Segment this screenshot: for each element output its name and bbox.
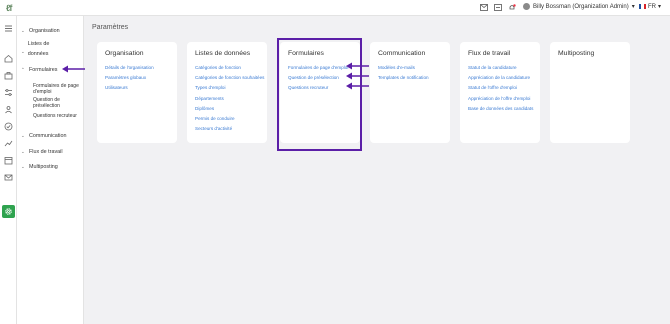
filter-icon[interactable] (4, 88, 13, 97)
sidebar-item-organisation[interactable]: ⌄ Organisation (21, 28, 60, 34)
settings-icon (5, 208, 12, 215)
link-categories-fonction-souhaitees[interactable]: Catégories de fonction souhaitées (195, 75, 264, 80)
chart-icon[interactable] (4, 139, 13, 148)
sidebar-item-multiposting[interactable]: ⌄ Multiposting (21, 164, 58, 170)
briefcase-icon[interactable] (4, 71, 13, 80)
link-secteurs-activite[interactable]: Secteurs d'activité (195, 126, 232, 131)
sidebar-item-communication[interactable]: ⌄ Communication (21, 133, 66, 139)
chevron-down-icon: ⌄ (21, 49, 25, 54)
top-bar: ℓf Billy Bossman (Organization Admin) ▾ … (0, 0, 670, 16)
export-icon[interactable] (494, 4, 502, 11)
card-communication: Communication Modèles d'e-mails Template… (370, 42, 450, 143)
people-icon[interactable] (4, 105, 13, 114)
annotation-arrow (346, 82, 369, 90)
link-base-donnees-candidats[interactable]: Base de données des candidats (468, 106, 533, 111)
link-types-emploi[interactable]: Types d'emploi (195, 85, 226, 90)
sidebar-item-formulaires[interactable]: ⌃ Formulaires (21, 67, 57, 73)
sidebar-item-label: Listes de données (27, 41, 50, 57)
annotation-arrow (346, 72, 369, 80)
chevron-down-icon: ⌄ (21, 133, 25, 138)
sidebar-item-label: Flux de travail (29, 149, 63, 155)
sidebar-subitem-questions-recruteur[interactable]: Questions recruteur (33, 113, 79, 119)
sidebar-item-label: Formulaires (29, 67, 58, 73)
icon-rail (0, 16, 17, 324)
chevron-down-icon: ⌄ (21, 28, 25, 33)
link-diplomes[interactable]: Diplômes (195, 106, 214, 111)
chevron-down-icon: ▾ (658, 4, 662, 10)
check-icon[interactable] (4, 122, 13, 131)
link-permis-de-conduire[interactable]: Permis de conduire (195, 116, 235, 121)
chevron-down-icon: ▾ (631, 4, 635, 10)
avatar (523, 3, 530, 10)
calendar-icon[interactable] (4, 156, 13, 165)
menu-icon[interactable] (4, 24, 13, 33)
sidebar-subitem-question-preselection[interactable]: Question de présélection (33, 97, 77, 109)
settings-button[interactable] (2, 205, 15, 218)
link-appreciation-offre-emploi[interactable]: Appréciation de l'offre d'emploi (468, 96, 530, 101)
card-multiposting: Multiposting (550, 42, 630, 143)
card-title: Multiposting (558, 50, 595, 57)
link-modeles-emails[interactable]: Modèles d'e-mails (378, 65, 415, 70)
link-details-organisation[interactable]: Détails de l'organisation (105, 65, 154, 70)
annotation-arrow (346, 62, 369, 70)
card-title: Flux de travail (468, 50, 511, 57)
annotation-highlight-box (277, 38, 362, 151)
link-statut-candidature[interactable]: Statut de la candidature (468, 65, 517, 70)
link-parametres-globaux[interactable]: Paramètres globaux (105, 75, 146, 80)
sidebar-subitem-formulaires-page-emploi[interactable]: Formulaires de page d'emploi (33, 83, 79, 95)
language-code: FR (648, 3, 656, 10)
sidebar-item-flux-de-travail[interactable]: ⌄ Flux de travail (21, 149, 63, 155)
card-title: Listes de données (195, 50, 251, 57)
language-selector[interactable]: FR ▾ (639, 3, 661, 10)
card-flux-de-travail: Flux de travail Statut de la candidature… (460, 42, 540, 143)
user-menu[interactable]: Billy Bossman (Organization Admin) ▾ (523, 3, 635, 10)
card-title: Communication (378, 50, 426, 57)
card-organisation: Organisation Détails de l'organisation P… (97, 42, 177, 143)
chevron-down-icon: ⌄ (21, 164, 25, 169)
link-departements[interactable]: Départements (195, 96, 224, 101)
sidebar-item-label: Organisation (29, 28, 60, 34)
user-name: Billy Bossman (Organization Admin) (533, 3, 629, 10)
chevron-down-icon: ⌄ (21, 149, 25, 154)
sidebar-item-label: Communication (29, 133, 67, 139)
card-listes-de-donnees: Listes de données Catégories de fonction… (187, 42, 267, 143)
mail-icon[interactable] (4, 173, 13, 182)
page-title: Paramètres (92, 24, 129, 31)
link-utilisateurs[interactable]: Utilisateurs (105, 85, 128, 90)
chevron-up-icon: ⌃ (21, 67, 25, 72)
bell-icon[interactable] (508, 4, 516, 11)
home-icon[interactable] (4, 54, 13, 63)
link-categories-fonction[interactable]: Catégories de fonction (195, 65, 241, 70)
card-title: Organisation (105, 50, 144, 57)
flag-icon (639, 4, 646, 9)
sidebar-item-listes-de-donnees[interactable]: ⌄ Listes de données (21, 39, 51, 59)
link-statut-offre-emploi[interactable]: Statut de l'offre d'emploi (468, 85, 517, 90)
sidebar-item-label: Multiposting (29, 164, 58, 170)
settings-sidebar: ⌄ Organisation ⌄ Listes de données ⌃ For… (17, 16, 84, 324)
annotation-arrow (62, 65, 85, 73)
link-templates-notification[interactable]: Templates de notification (378, 75, 429, 80)
link-appreciation-candidature[interactable]: Appréciation de la candidature (468, 75, 530, 80)
app-logo[interactable]: ℓf (6, 3, 12, 13)
mail-icon[interactable] (480, 4, 488, 11)
